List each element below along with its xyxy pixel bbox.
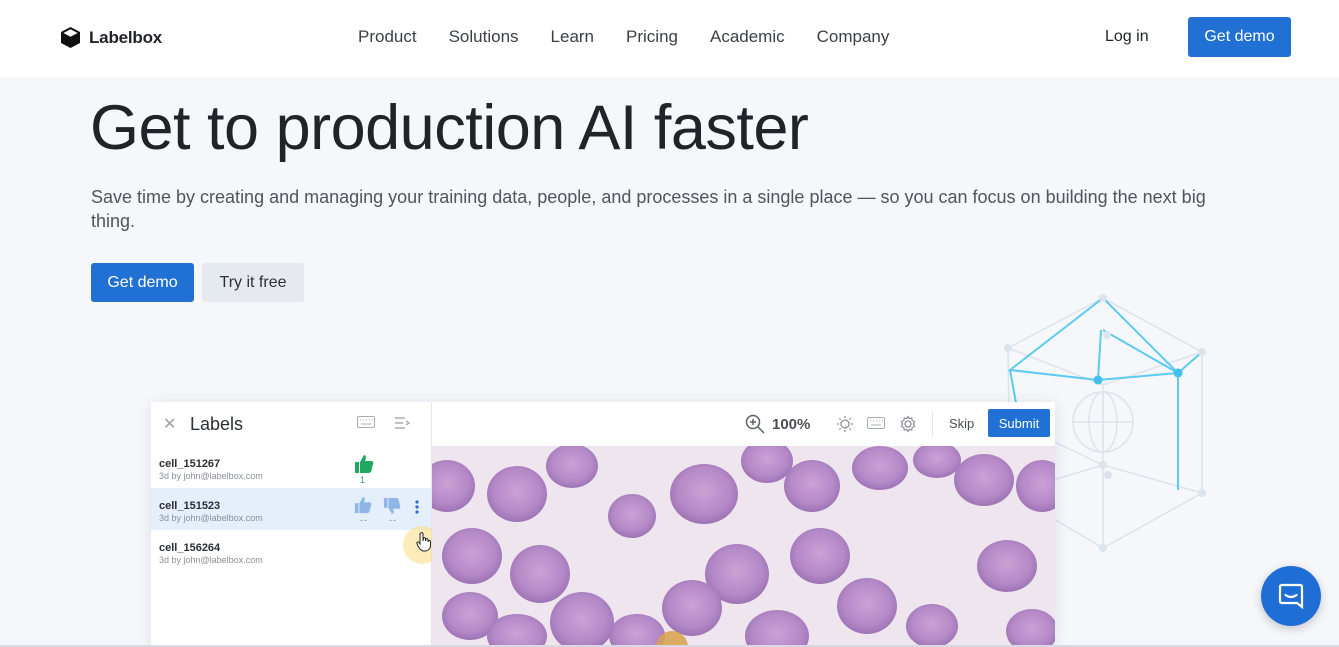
nav-item-solutions[interactable]: Solutions xyxy=(449,27,519,47)
labels-panel-header: ✕ Labels xyxy=(151,402,431,446)
hand-cursor-icon xyxy=(416,532,431,552)
nav-item-learn[interactable]: Learn xyxy=(551,27,594,47)
blood-cell-image xyxy=(432,446,1055,647)
chat-launcher-button[interactable] xyxy=(1261,566,1321,626)
label-name: cell_151523 xyxy=(159,500,221,512)
top-navigation-bar: Labelbox Product Solutions Learn Pricing… xyxy=(0,0,1339,77)
submit-button[interactable]: Submit xyxy=(988,409,1050,437)
hero-title: Get to production AI faster xyxy=(90,93,809,163)
label-name: cell_151267 xyxy=(159,458,221,470)
labeling-app-preview: ✕ Labels cell_151267 3d by john@labelbox… xyxy=(151,402,1055,647)
label-row[interactable]: cell_156264 3d by john@labelbox.com xyxy=(151,530,431,572)
reject-count: -- xyxy=(389,515,397,525)
label-row-selected[interactable]: cell_151523 3d by john@labelbox.com -- -… xyxy=(151,488,431,530)
label-meta: 3d by john@labelbox.com xyxy=(159,471,263,481)
labelbox-logo[interactable]: Labelbox xyxy=(61,27,162,48)
nav-item-pricing[interactable]: Pricing xyxy=(626,27,678,47)
gear-icon[interactable] xyxy=(899,415,917,433)
thumbs-up-icon[interactable] xyxy=(354,454,374,474)
keyboard-icon[interactable] xyxy=(357,416,375,428)
main-nav: Product Solutions Learn Pricing Academic… xyxy=(358,27,921,47)
close-icon[interactable]: ✕ xyxy=(163,414,176,434)
hero-get-demo-button[interactable]: Get demo xyxy=(91,263,194,302)
microscopy-image-canvas[interactable] xyxy=(432,446,1055,647)
hero-subtitle: Save time by creating and managing your … xyxy=(91,187,1206,231)
thumbs-down-icon[interactable] xyxy=(383,497,401,515)
header-get-demo-button[interactable]: Get demo xyxy=(1188,17,1291,57)
label-row[interactable]: cell_151267 3d by john@labelbox.com 1 xyxy=(151,446,431,488)
keyboard-icon[interactable] xyxy=(867,417,885,429)
nav-item-company[interactable]: Company xyxy=(817,27,890,47)
labels-panel: ✕ Labels cell_151267 3d by john@labelbox… xyxy=(151,402,441,647)
login-link[interactable]: Log in xyxy=(1105,28,1149,46)
approve-count: 1 xyxy=(360,475,366,485)
toolbar-divider xyxy=(932,412,933,436)
label-meta: 3d by john@labelbox.com xyxy=(159,513,263,523)
image-toolbar: 100% Skip Submit xyxy=(432,402,1055,446)
label-name: cell_156264 xyxy=(159,542,221,554)
menu-lines-icon[interactable] xyxy=(394,416,410,430)
skip-button[interactable]: Skip xyxy=(949,416,974,431)
chat-icon xyxy=(1278,583,1304,610)
kebab-icon[interactable] xyxy=(415,500,419,514)
brand-name: Labelbox xyxy=(89,27,163,47)
thumbs-up-icon[interactable] xyxy=(354,496,372,514)
brightness-icon[interactable] xyxy=(836,415,854,433)
zoom-level: 100% xyxy=(772,416,811,433)
zoom-in-icon[interactable] xyxy=(745,414,765,434)
try-it-free-button[interactable]: Try it free xyxy=(202,263,304,302)
label-meta: 3d by john@labelbox.com xyxy=(159,555,263,565)
labels-panel-title: Labels xyxy=(190,414,244,434)
nav-item-academic[interactable]: Academic xyxy=(710,27,785,47)
labelbox-cube-icon xyxy=(61,27,80,48)
approve-count: -- xyxy=(360,515,368,525)
nav-item-product[interactable]: Product xyxy=(358,27,417,47)
